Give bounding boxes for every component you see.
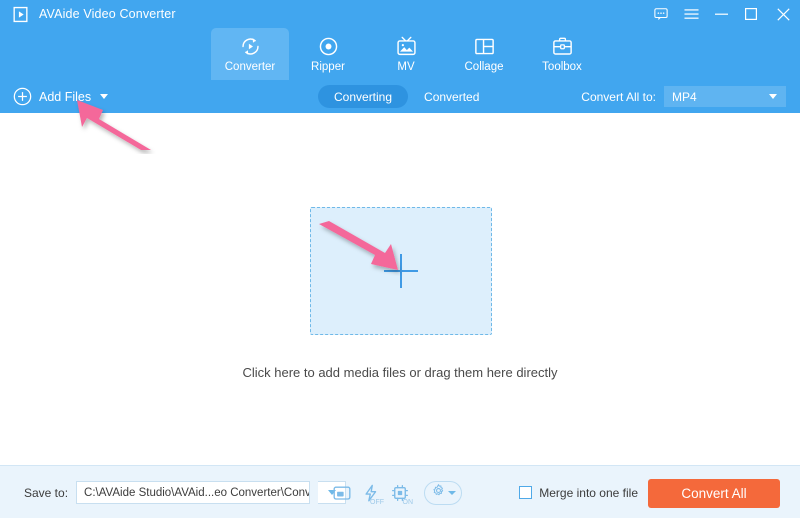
output-format-value: MP4	[672, 89, 697, 104]
tab-ripper[interactable]: Ripper	[289, 28, 367, 80]
add-files-button[interactable]: Add Files	[13, 80, 109, 113]
title-bar: AVAide Video Converter	[0, 0, 800, 28]
convert-all-to-label: Convert All to:	[581, 89, 656, 104]
convert-all-button[interactable]: Convert All	[648, 479, 780, 508]
hardware-acceleration-state: OFF	[370, 498, 384, 506]
minimize-icon[interactable]	[706, 0, 736, 28]
tab-toolbox-label: Toolbox	[542, 60, 582, 73]
bottom-tool-icons: OFF ON	[330, 466, 462, 518]
save-path-input[interactable]: C:\AVAide Studio\AVAid...eo Converter\Co…	[76, 481, 311, 504]
toolbox-icon	[551, 35, 574, 59]
feedback-icon[interactable]	[646, 0, 676, 28]
play-logo-icon	[11, 5, 30, 24]
bottom-bar: Save to: C:\AVAide Studio\AVAid...eo Con…	[0, 465, 800, 518]
tab-converter-label: Converter	[224, 60, 276, 73]
tab-converted[interactable]: Converted	[408, 85, 495, 108]
toolbar: Add Files Converting Converted Convert A…	[0, 80, 800, 113]
maximize-icon[interactable]	[736, 0, 766, 28]
close-icon[interactable]	[766, 0, 800, 28]
save-to-label: Save to:	[24, 485, 69, 500]
disc-icon	[317, 35, 340, 59]
output-format-select[interactable]: MP4	[664, 86, 786, 107]
gpu-chip-state: ON	[402, 498, 414, 506]
menu-icon[interactable]	[676, 0, 706, 28]
tab-mv-label: MV	[397, 60, 415, 73]
chevron-down-icon[interactable]	[100, 94, 109, 99]
tab-toolbox[interactable]: Toolbox	[523, 28, 601, 80]
tab-mv[interactable]: MV	[367, 28, 445, 80]
tv-photo-icon	[395, 35, 418, 59]
tab-collage-label: Collage	[464, 60, 504, 73]
convert-all-to-group: Convert All to: MP4	[581, 80, 786, 113]
chevron-down-icon	[447, 490, 456, 495]
drop-hint-text: Click here to add media files or drag th…	[242, 365, 558, 380]
save-to-group: Save to: C:\AVAide Studio\AVAid...eo Con…	[24, 466, 347, 518]
main-content: Click here to add media files or drag th…	[0, 113, 800, 465]
status-filter-tabs: Converting Converted	[318, 85, 495, 108]
plus-circle-icon	[13, 87, 32, 106]
hardware-acceleration-icon[interactable]: OFF	[359, 481, 384, 506]
app-window: AVAide Video Converter Converter Ripper …	[0, 0, 800, 518]
tab-converter[interactable]: Converter	[211, 28, 289, 80]
window-controls	[646, 0, 800, 28]
tab-collage[interactable]: Collage	[445, 28, 523, 80]
merge-label: Merge into one file	[539, 485, 638, 500]
grid-layout-icon	[473, 35, 496, 59]
add-files-label: Add Files	[39, 89, 92, 104]
preferences-button[interactable]	[424, 480, 462, 505]
gpu-chip-icon[interactable]: ON	[388, 481, 414, 506]
save-path-value: C:\AVAide Studio\AVAid...eo Converter\Co…	[84, 486, 311, 499]
convert-circle-icon	[239, 35, 262, 59]
media-dropzone[interactable]	[310, 207, 492, 335]
chevron-down-icon	[769, 94, 777, 99]
nav-bar: Converter Ripper MV Collage Toolbox	[0, 28, 800, 80]
tab-ripper-label: Ripper	[311, 60, 345, 73]
merge-into-one-file-group[interactable]: Merge into one file	[519, 466, 638, 518]
tab-converting[interactable]: Converting	[318, 85, 409, 108]
merge-checkbox[interactable]	[519, 486, 533, 499]
plus-crosshair-icon	[384, 254, 418, 288]
app-title: AVAide Video Converter	[39, 7, 176, 21]
brand: AVAide Video Converter	[0, 5, 176, 24]
open-folder-icon[interactable]	[330, 481, 354, 505]
gear-icon	[431, 483, 446, 503]
nav-tabs: Converter Ripper MV Collage Toolbox	[211, 28, 800, 80]
